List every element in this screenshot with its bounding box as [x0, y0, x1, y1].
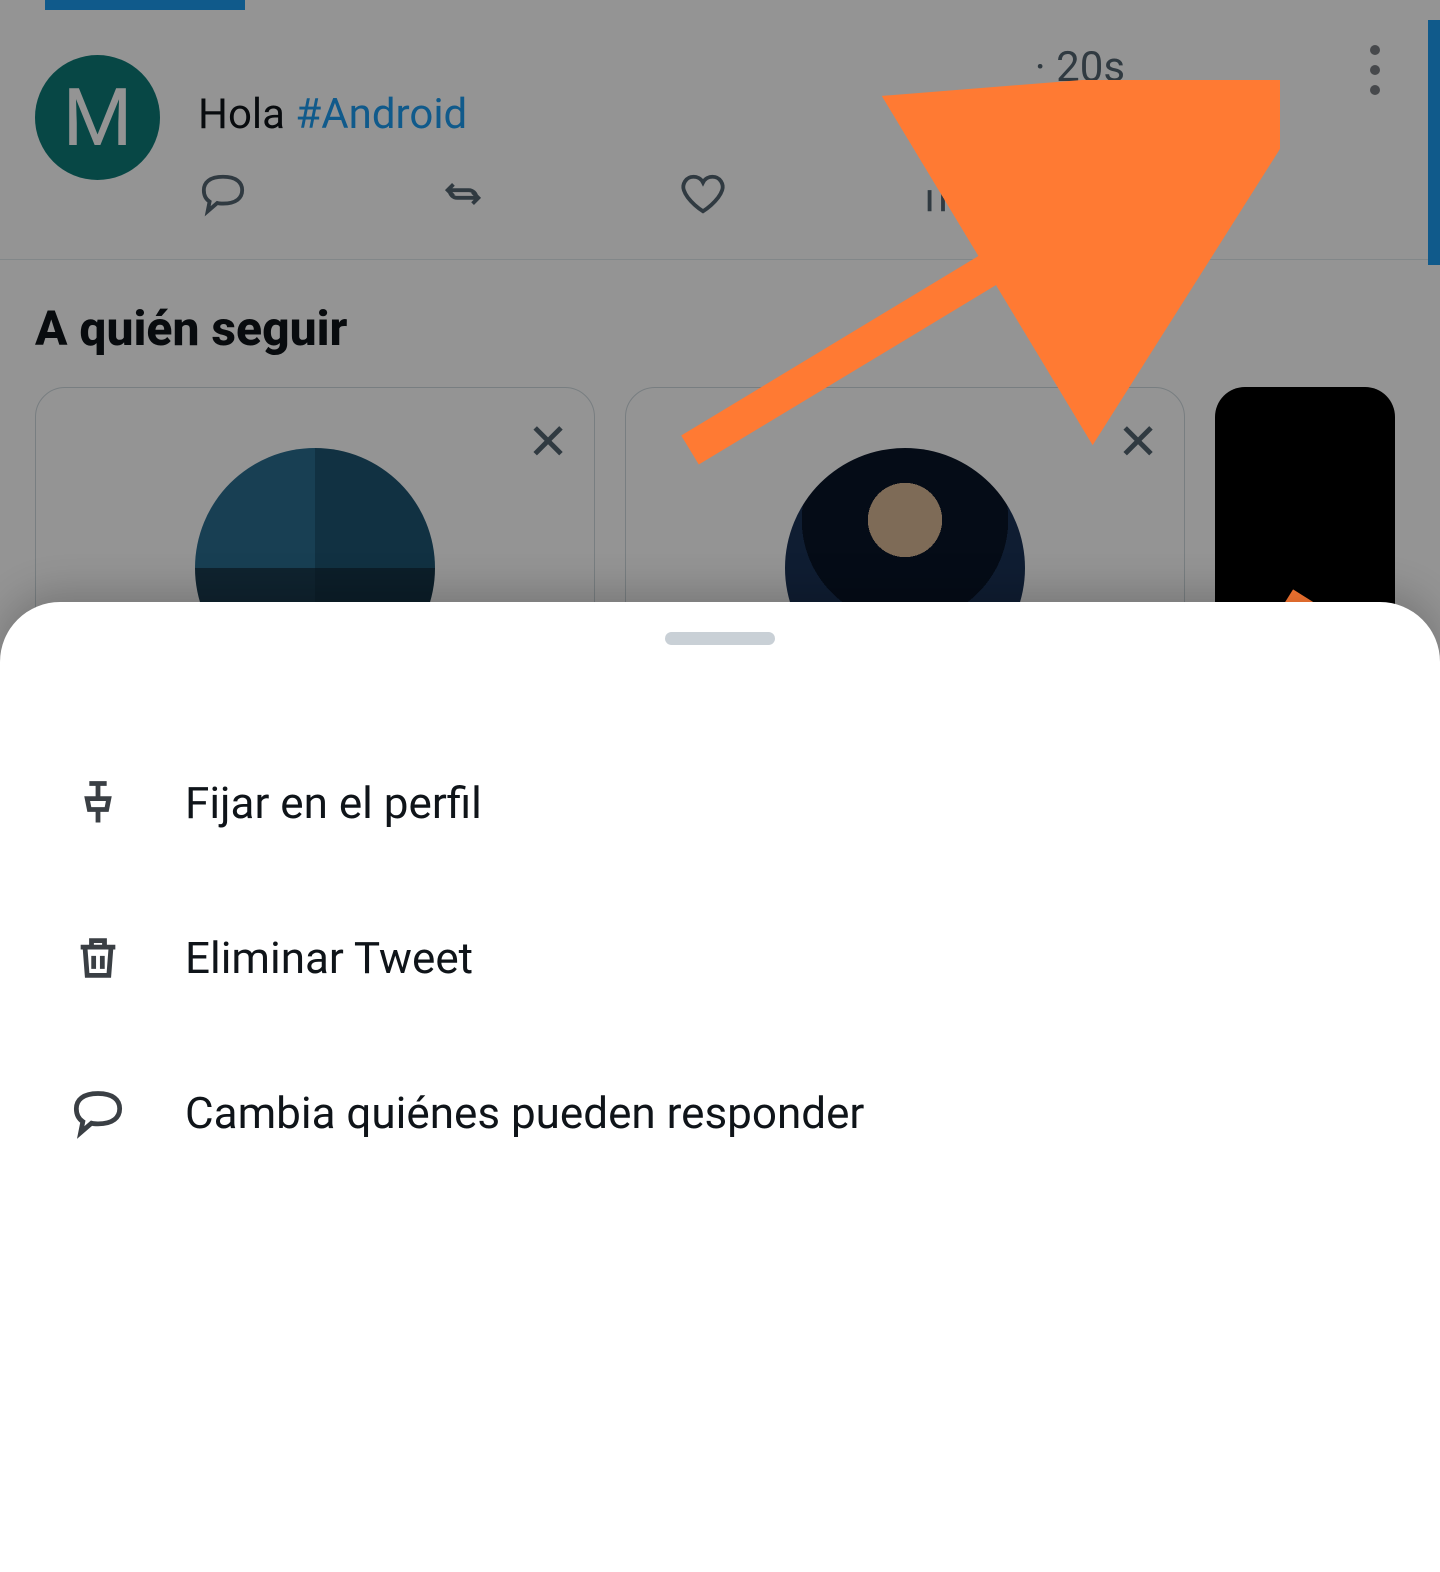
- pin-icon: [70, 775, 125, 830]
- pin-to-profile-option[interactable]: Fijar en el perfil: [0, 725, 1440, 880]
- more-options-button[interactable]: [1360, 45, 1390, 95]
- like-button[interactable]: [678, 169, 728, 219]
- tweet-timestamp: · 20s: [1035, 43, 1125, 92]
- analytics-button[interactable]: [918, 169, 968, 219]
- analytics-icon: [920, 171, 966, 217]
- tweet[interactable]: M · 20s Hola #Android: [0, 0, 1440, 260]
- reply-button[interactable]: [198, 169, 248, 219]
- avatar[interactable]: M: [35, 55, 160, 180]
- pin-label: Fijar en el perfil: [185, 777, 482, 829]
- delete-tweet-option[interactable]: Eliminar Tweet: [0, 880, 1440, 1035]
- reply-icon: [200, 171, 246, 217]
- tweet-header: · 20s: [198, 25, 1405, 85]
- tweet-text-plain: Hola: [198, 90, 295, 139]
- hashtag-link[interactable]: #Android: [295, 90, 467, 139]
- retweet-button[interactable]: [438, 169, 488, 219]
- bottom-sheet: Fijar en el perfil Eliminar Tweet Cambia…: [0, 602, 1440, 1572]
- tweet-text: Hola #Android: [198, 90, 1405, 139]
- close-icon[interactable]: ✕: [1117, 413, 1159, 472]
- sheet-drag-handle[interactable]: [665, 632, 775, 645]
- change-reply-option[interactable]: Cambia quiénes pueden responder: [0, 1035, 1440, 1190]
- retweet-icon: [440, 171, 486, 217]
- reply-settings-icon: [70, 1085, 125, 1140]
- who-to-follow-header: A quién seguir: [0, 260, 1440, 387]
- share-icon: [1160, 171, 1206, 217]
- avatar-initial: M: [63, 71, 133, 165]
- tweet-body: · 20s Hola #Android: [198, 25, 1405, 219]
- share-button[interactable]: [1158, 169, 1208, 219]
- delete-label: Eliminar Tweet: [185, 932, 473, 984]
- trash-icon: [70, 930, 125, 985]
- scroll-indicator: [1428, 20, 1440, 265]
- heart-icon: [680, 171, 726, 217]
- tweet-actions: [198, 169, 1218, 219]
- close-icon[interactable]: ✕: [527, 413, 569, 472]
- reply-settings-label: Cambia quiénes pueden responder: [185, 1087, 864, 1139]
